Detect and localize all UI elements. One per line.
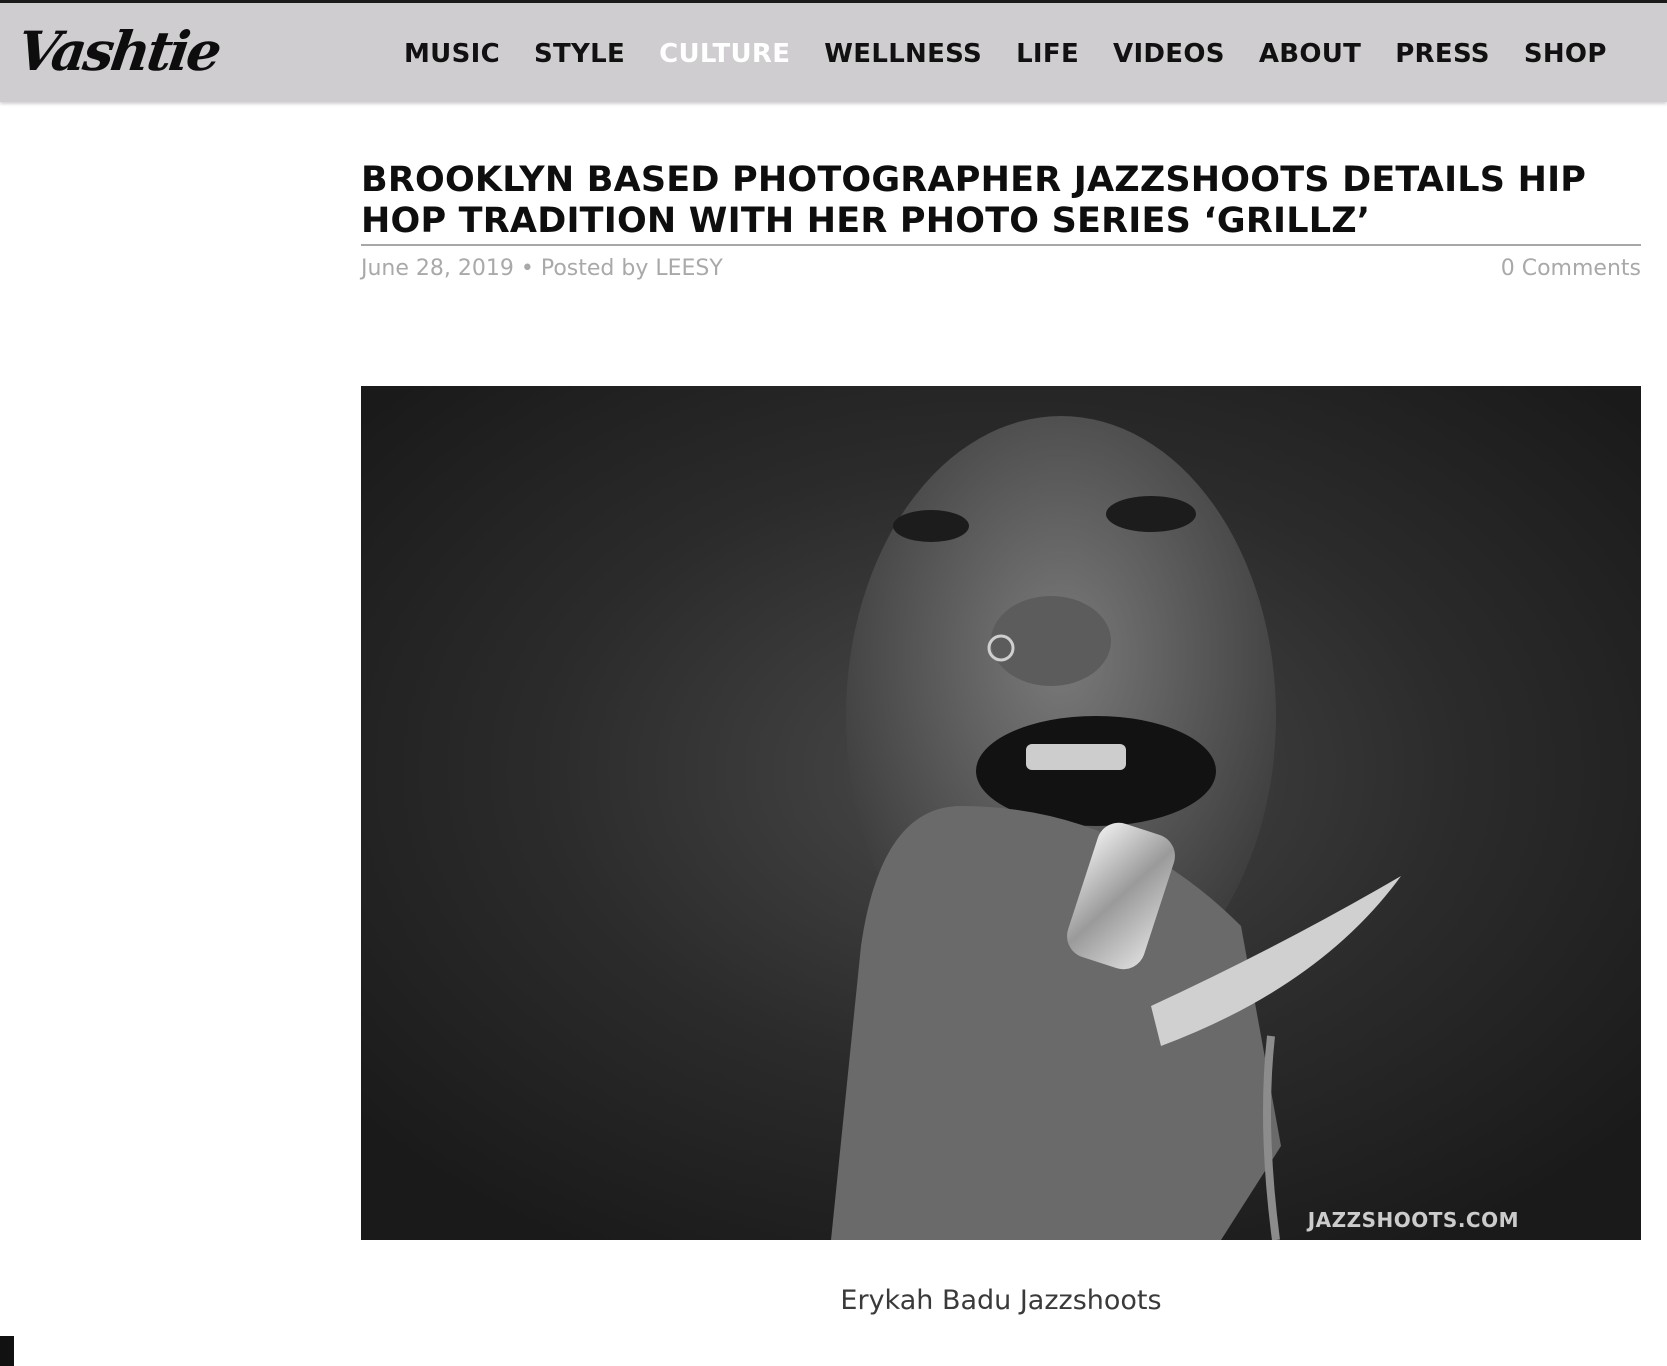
post-date-author: June 28, 2019 • Posted by LEESY (361, 256, 723, 281)
logo-wordmark: Vashtie (13, 19, 223, 83)
nav-item-wellness[interactable]: WELLNESS (824, 39, 982, 69)
article-photo: JAZZSHOOTS.COM (361, 386, 1641, 1240)
nav-item-music[interactable]: MUSIC (404, 39, 500, 69)
nav-item-shop[interactable]: SHOP (1524, 39, 1607, 69)
window-corner (0, 1336, 14, 1366)
nav-item-life[interactable]: LIFE (1016, 39, 1079, 69)
photo-caption: Erykah Badu Jazzshoots (840, 1285, 1162, 1316)
title-divider (361, 244, 1641, 246)
article-header: BROOKLYN BASED PHOTOGRAPHER JAZZSHOOTS D… (361, 160, 1641, 296)
nav-item-videos[interactable]: VIDEOS (1113, 39, 1225, 69)
photo-illustration (361, 386, 1641, 1240)
nav-item-about[interactable]: ABOUT (1259, 39, 1361, 69)
main-nav: MUSIC STYLE CULTURE WELLNESS LIFE VIDEOS… (404, 34, 1641, 74)
comments-link[interactable]: 0 Comments (1501, 256, 1641, 281)
nav-item-press[interactable]: PRESS (1395, 39, 1490, 69)
nav-item-culture[interactable]: CULTURE (659, 39, 790, 69)
article-meta: June 28, 2019 • Posted by LEESY 0 Commen… (361, 256, 1641, 296)
nav-item-style[interactable]: STYLE (534, 39, 625, 69)
site-logo[interactable]: Vashtie (14, 17, 223, 89)
photo-watermark: JAZZSHOOTS.COM (1307, 1208, 1519, 1232)
article-title: BROOKLYN BASED PHOTOGRAPHER JAZZSHOOTS D… (361, 160, 1587, 241)
site-header: Vashtie MUSIC STYLE CULTURE WELLNESS LIF… (0, 0, 1667, 102)
